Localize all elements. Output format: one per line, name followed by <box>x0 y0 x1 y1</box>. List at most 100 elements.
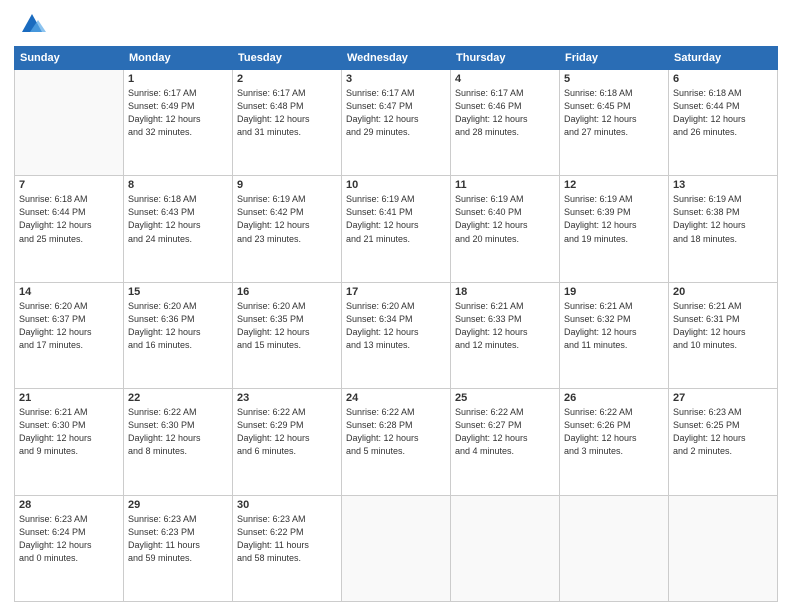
day-cell <box>560 495 669 601</box>
day-cell: 19 Sunrise: 6:21 AMSunset: 6:32 PMDayligh… <box>560 282 669 388</box>
day-number: 6 <box>673 73 773 85</box>
day-number: 11 <box>455 179 555 191</box>
day-number: 25 <box>455 392 555 404</box>
day-number: 24 <box>346 392 446 404</box>
day-number: 26 <box>564 392 664 404</box>
day-info: Sunrise: 6:18 AMSunset: 6:44 PMDaylight:… <box>19 193 119 245</box>
day-info: Sunrise: 6:22 AMSunset: 6:27 PMDaylight:… <box>455 406 555 458</box>
day-number: 23 <box>237 392 337 404</box>
day-cell: 8 Sunrise: 6:18 AMSunset: 6:43 PMDaylight… <box>124 176 233 282</box>
day-cell: 6 Sunrise: 6:18 AMSunset: 6:44 PMDaylight… <box>669 70 778 176</box>
day-cell: 14 Sunrise: 6:20 AMSunset: 6:37 PMDayligh… <box>15 282 124 388</box>
day-cell: 3Sunrise: 6:17 AMSunset: 6:47 PMDaylight… <box>342 70 451 176</box>
day-number: 4 <box>455 73 555 85</box>
day-cell <box>342 495 451 601</box>
week-row-1: 1 Sunrise: 6:17 AMSunset: 6:49 PMDaylight… <box>15 70 778 176</box>
day-number: 1 <box>128 73 228 85</box>
day-number: 10 <box>346 179 446 191</box>
day-number: 27 <box>673 392 773 404</box>
day-info: Sunrise: 6:23 AMSunset: 6:24 PMDaylight:… <box>19 513 119 565</box>
week-row-5: 28 Sunrise: 6:23 AMSunset: 6:24 PMDayligh… <box>15 495 778 601</box>
day-cell <box>451 495 560 601</box>
day-cell: 29 Sunrise: 6:23 AMSunset: 6:23 PMDayligh… <box>124 495 233 601</box>
day-cell: 25 Sunrise: 6:22 AMSunset: 6:27 PMDayligh… <box>451 389 560 495</box>
day-cell: 24 Sunrise: 6:22 AMSunset: 6:28 PMDayligh… <box>342 389 451 495</box>
day-info: Sunrise: 6:20 AMSunset: 6:37 PMDaylight:… <box>19 300 119 352</box>
day-number: 21 <box>19 392 119 404</box>
logo-icon <box>18 10 46 38</box>
day-cell <box>669 495 778 601</box>
day-cell: 27 Sunrise: 6:23 AMSunset: 6:25 PMDayligh… <box>669 389 778 495</box>
weekday-friday: Friday <box>560 47 669 70</box>
day-number: 14 <box>19 286 119 298</box>
day-info: Sunrise: 6:17 AMSunset: 6:46 PMDaylight:… <box>455 87 555 139</box>
day-cell: 30 Sunrise: 6:23 AMSunset: 6:22 PMDayligh… <box>233 495 342 601</box>
day-number: 19 <box>564 286 664 298</box>
day-number: 8 <box>128 179 228 191</box>
day-cell: 15 Sunrise: 6:20 AMSunset: 6:36 PMDayligh… <box>124 282 233 388</box>
day-info: Sunrise: 6:18 AMSunset: 6:43 PMDaylight:… <box>128 193 228 245</box>
day-cell: 20 Sunrise: 6:21 AMSunset: 6:31 PMDayligh… <box>669 282 778 388</box>
day-info: Sunrise: 6:18 AMSunset: 6:45 PMDaylight:… <box>564 87 664 139</box>
day-cell: 7 Sunrise: 6:18 AMSunset: 6:44 PMDaylight… <box>15 176 124 282</box>
day-number: 22 <box>128 392 228 404</box>
weekday-tuesday: Tuesday <box>233 47 342 70</box>
day-number: 16 <box>237 286 337 298</box>
day-info: Sunrise: 6:19 AMSunset: 6:42 PMDaylight:… <box>237 193 337 245</box>
day-info: Sunrise: 6:21 AMSunset: 6:32 PMDaylight:… <box>564 300 664 352</box>
day-cell: 5 Sunrise: 6:18 AMSunset: 6:45 PMDaylight… <box>560 70 669 176</box>
day-cell: 9Sunrise: 6:19 AMSunset: 6:42 PMDaylight… <box>233 176 342 282</box>
day-info: Sunrise: 6:23 AMSunset: 6:23 PMDaylight:… <box>128 513 228 565</box>
day-cell: 1 Sunrise: 6:17 AMSunset: 6:49 PMDaylight… <box>124 70 233 176</box>
weekday-saturday: Saturday <box>669 47 778 70</box>
day-info: Sunrise: 6:22 AMSunset: 6:28 PMDaylight:… <box>346 406 446 458</box>
day-cell: 11 Sunrise: 6:19 AMSunset: 6:40 PMDayligh… <box>451 176 560 282</box>
day-number: 3 <box>346 73 446 85</box>
day-number: 29 <box>128 499 228 511</box>
day-cell: 2 Sunrise: 6:17 AMSunset: 6:48 PMDaylight… <box>233 70 342 176</box>
day-info: Sunrise: 6:19 AMSunset: 6:38 PMDaylight:… <box>673 193 773 245</box>
day-cell: 16 Sunrise: 6:20 AMSunset: 6:35 PMDayligh… <box>233 282 342 388</box>
day-number: 17 <box>346 286 446 298</box>
day-info: Sunrise: 6:21 AMSunset: 6:30 PMDaylight:… <box>19 406 119 458</box>
day-info: Sunrise: 6:17 AMSunset: 6:49 PMDaylight:… <box>128 87 228 139</box>
calendar-table: SundayMondayTuesdayWednesdayThursdayFrid… <box>14 46 778 602</box>
day-info: Sunrise: 6:21 AMSunset: 6:31 PMDaylight:… <box>673 300 773 352</box>
day-cell: 26 Sunrise: 6:22 AMSunset: 6:26 PMDayligh… <box>560 389 669 495</box>
day-info: Sunrise: 6:17 AMSunset: 6:48 PMDaylight:… <box>237 87 337 139</box>
week-row-3: 14 Sunrise: 6:20 AMSunset: 6:37 PMDayligh… <box>15 282 778 388</box>
day-info: Sunrise: 6:23 AMSunset: 6:25 PMDaylight:… <box>673 406 773 458</box>
day-number: 13 <box>673 179 773 191</box>
day-cell: 21 Sunrise: 6:21 AMSunset: 6:30 PMDayligh… <box>15 389 124 495</box>
weekday-sunday: Sunday <box>15 47 124 70</box>
day-number: 12 <box>564 179 664 191</box>
day-cell: 22 Sunrise: 6:22 AMSunset: 6:30 PMDayligh… <box>124 389 233 495</box>
day-info: Sunrise: 6:23 AMSunset: 6:22 PMDaylight:… <box>237 513 337 565</box>
day-cell: 28 Sunrise: 6:23 AMSunset: 6:24 PMDayligh… <box>15 495 124 601</box>
day-info: Sunrise: 6:20 AMSunset: 6:36 PMDaylight:… <box>128 300 228 352</box>
day-cell: 18 Sunrise: 6:21 AMSunset: 6:33 PMDayligh… <box>451 282 560 388</box>
day-cell: 4 Sunrise: 6:17 AMSunset: 6:46 PMDaylight… <box>451 70 560 176</box>
day-info: Sunrise: 6:22 AMSunset: 6:26 PMDaylight:… <box>564 406 664 458</box>
weekday-monday: Monday <box>124 47 233 70</box>
day-cell: 13 Sunrise: 6:19 AMSunset: 6:38 PMDayligh… <box>669 176 778 282</box>
day-number: 20 <box>673 286 773 298</box>
day-number: 7 <box>19 179 119 191</box>
day-number: 5 <box>564 73 664 85</box>
day-number: 18 <box>455 286 555 298</box>
day-info: Sunrise: 6:21 AMSunset: 6:33 PMDaylight:… <box>455 300 555 352</box>
day-number: 28 <box>19 499 119 511</box>
day-number: 2 <box>237 73 337 85</box>
day-info: Sunrise: 6:18 AMSunset: 6:44 PMDaylight:… <box>673 87 773 139</box>
day-cell: 23Sunrise: 6:22 AMSunset: 6:29 PMDayligh… <box>233 389 342 495</box>
day-number: 15 <box>128 286 228 298</box>
day-info: Sunrise: 6:19 AMSunset: 6:40 PMDaylight:… <box>455 193 555 245</box>
day-cell: 12Sunrise: 6:19 AMSunset: 6:39 PMDayligh… <box>560 176 669 282</box>
day-number: 30 <box>237 499 337 511</box>
day-info: Sunrise: 6:20 AMSunset: 6:35 PMDaylight:… <box>237 300 337 352</box>
day-info: Sunrise: 6:22 AMSunset: 6:30 PMDaylight:… <box>128 406 228 458</box>
day-cell <box>15 70 124 176</box>
logo <box>14 10 46 38</box>
header <box>14 10 778 38</box>
week-row-2: 7 Sunrise: 6:18 AMSunset: 6:44 PMDaylight… <box>15 176 778 282</box>
